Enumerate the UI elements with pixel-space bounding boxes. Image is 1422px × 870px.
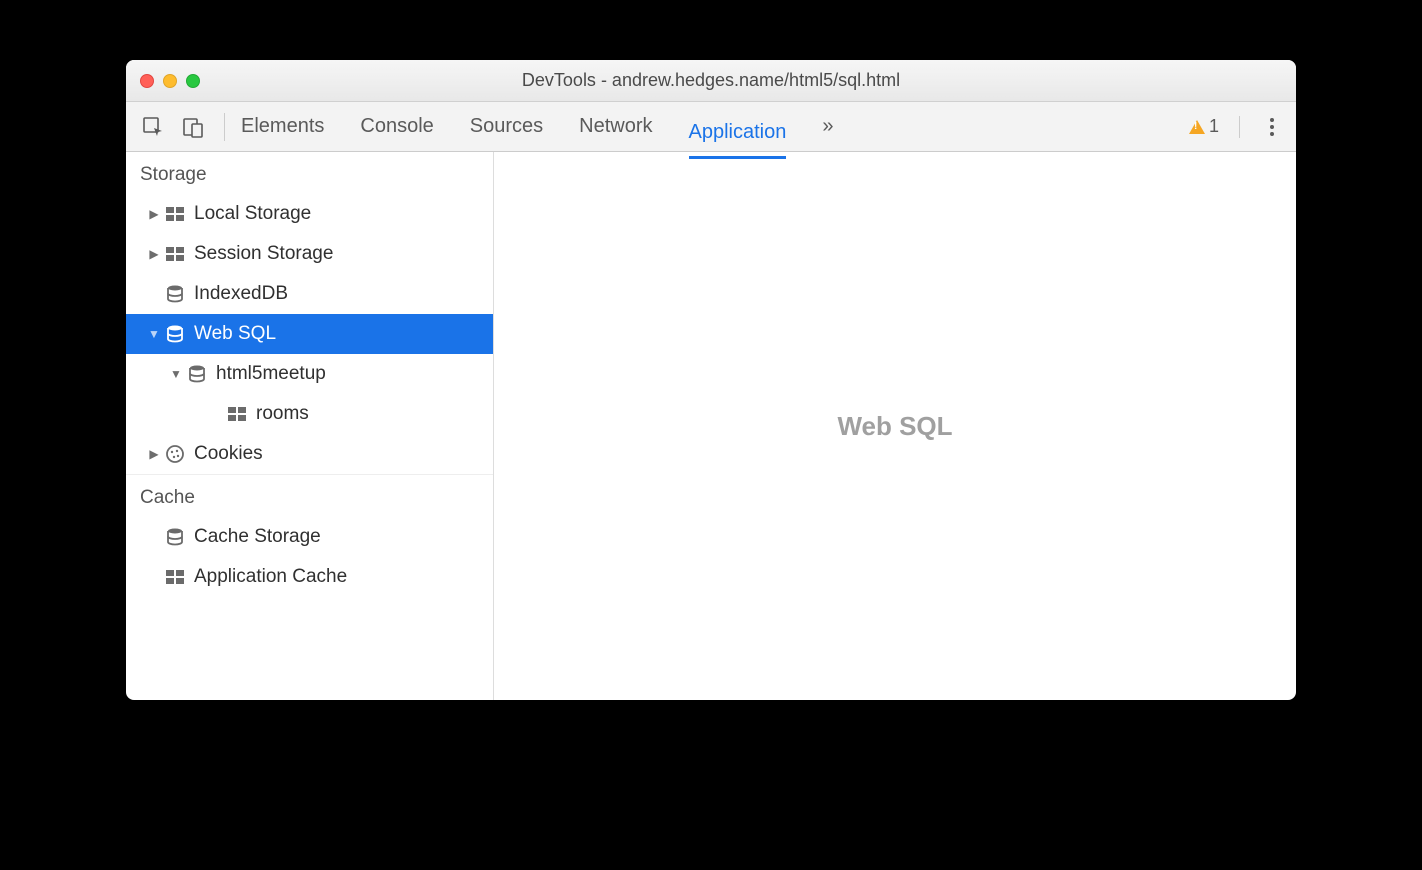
window-minimize-button[interactable] bbox=[163, 74, 177, 88]
sidebar-item-web-sql[interactable]: ▼ Web SQL bbox=[126, 314, 493, 354]
warning-icon bbox=[1189, 120, 1205, 134]
panel-body: Storage▶ Local Storage▶ Session Storage … bbox=[126, 152, 1296, 700]
db-icon bbox=[164, 283, 186, 305]
titlebar: DevTools - andrew.hedges.name/html5/sql.… bbox=[126, 60, 1296, 102]
sidebar-item-label: rooms bbox=[256, 403, 309, 425]
db-icon bbox=[164, 323, 186, 345]
cookie-icon bbox=[164, 443, 186, 465]
grid-icon bbox=[164, 566, 186, 588]
tab-elements[interactable]: Elements bbox=[241, 103, 324, 150]
sidebar-item-label: Session Storage bbox=[194, 243, 333, 265]
tab-application[interactable]: Application bbox=[689, 109, 787, 159]
toolbar-divider bbox=[1239, 116, 1240, 138]
chevron-down-icon: ▼ bbox=[148, 327, 160, 341]
device-toggle-icon[interactable] bbox=[178, 112, 208, 142]
traffic-lights bbox=[126, 74, 200, 88]
sidebar-item-label: Cookies bbox=[194, 443, 263, 465]
devtools-toolbar: Elements Console Sources Network Applica… bbox=[126, 102, 1296, 152]
sidebar-item-cookies[interactable]: ▶ Cookies bbox=[126, 434, 493, 474]
main-placeholder: Web SQL bbox=[837, 411, 952, 442]
window-title: DevTools - andrew.hedges.name/html5/sql.… bbox=[126, 70, 1296, 91]
grid-icon bbox=[164, 203, 186, 225]
sidebar-item-label: IndexedDB bbox=[194, 283, 288, 305]
tab-network[interactable]: Network bbox=[579, 103, 652, 150]
toolbar-right: 1 bbox=[1189, 115, 1284, 139]
sidebar-item-session-storage[interactable]: ▶ Session Storage bbox=[126, 234, 493, 274]
tab-console[interactable]: Console bbox=[360, 103, 433, 150]
sidebar-item-label: Local Storage bbox=[194, 203, 311, 225]
chevron-right-icon: ▶ bbox=[148, 207, 160, 221]
tabs-overflow-button[interactable]: » bbox=[822, 103, 833, 150]
sidebar-item-cache-storage[interactable]: Cache Storage bbox=[126, 517, 493, 557]
chevron-right-icon: ▶ bbox=[148, 247, 160, 261]
tab-sources[interactable]: Sources bbox=[470, 103, 543, 150]
sidebar-item-label: Web SQL bbox=[194, 323, 276, 345]
window-close-button[interactable] bbox=[140, 74, 154, 88]
grid-icon bbox=[164, 243, 186, 265]
grid-icon bbox=[226, 403, 248, 425]
panel-tabs: Elements Console Sources Network Applica… bbox=[241, 103, 1189, 150]
db-icon bbox=[164, 526, 186, 548]
sidebar-group-storage: Storage bbox=[126, 152, 493, 194]
sidebar-group-cache: Cache bbox=[126, 474, 493, 517]
sidebar-item-label: Application Cache bbox=[194, 566, 347, 588]
application-sidebar: Storage▶ Local Storage▶ Session Storage … bbox=[126, 152, 494, 700]
inspect-element-icon[interactable] bbox=[138, 112, 168, 142]
sidebar-item-label: html5meetup bbox=[216, 363, 326, 385]
sidebar-item-indexeddb[interactable]: IndexedDB bbox=[126, 274, 493, 314]
sidebar-item-label: Cache Storage bbox=[194, 526, 321, 548]
sidebar-item-html5meetup[interactable]: ▼ html5meetup bbox=[126, 354, 493, 394]
chevron-down-icon: ▼ bbox=[170, 367, 182, 381]
sidebar-item-local-storage[interactable]: ▶ Local Storage bbox=[126, 194, 493, 234]
warning-count: 1 bbox=[1209, 116, 1219, 137]
sidebar-item-application-cache[interactable]: Application Cache bbox=[126, 557, 493, 597]
main-pane: Web SQL bbox=[494, 152, 1296, 700]
sidebar-item-rooms[interactable]: rooms bbox=[126, 394, 493, 434]
chevron-right-icon: ▶ bbox=[148, 447, 160, 461]
toolbar-divider bbox=[224, 113, 225, 141]
warnings-indicator[interactable]: 1 bbox=[1189, 116, 1219, 137]
window-maximize-button[interactable] bbox=[186, 74, 200, 88]
db-icon bbox=[186, 363, 208, 385]
settings-menu-button[interactable] bbox=[1260, 115, 1284, 139]
devtools-window: DevTools - andrew.hedges.name/html5/sql.… bbox=[126, 60, 1296, 700]
